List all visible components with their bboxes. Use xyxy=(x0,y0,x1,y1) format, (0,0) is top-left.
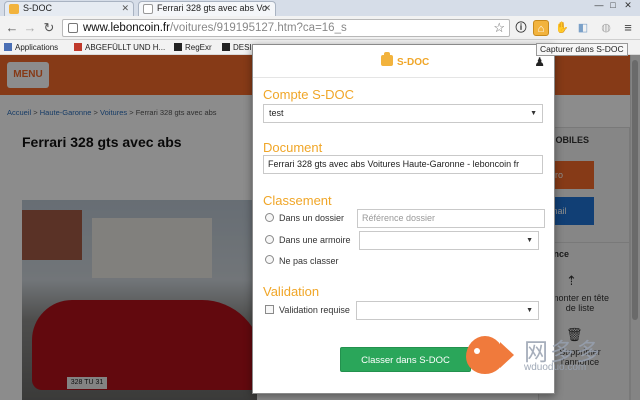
compte-heading: Compte S-DOC xyxy=(263,87,355,102)
tab-leboncoin[interactable]: Ferrari 328 gts avec abs Vo ✕ xyxy=(138,1,276,16)
page-favicon-icon xyxy=(143,4,153,14)
bookmark-star-icon[interactable]: ☆ xyxy=(493,20,505,36)
bookmark-label: DESI xyxy=(233,43,252,52)
a-icon xyxy=(222,43,230,51)
fish-logo-icon xyxy=(466,336,514,374)
bookmark-label: ABGEFÜLLT UND H... xyxy=(85,43,166,52)
extension-icon[interactable]: ◧ xyxy=(575,20,591,36)
url-path: /voitures/919195127.htm?ca=16_s xyxy=(169,22,347,34)
radio-label: Dans un dossier xyxy=(279,213,345,223)
radio-label: Ne pas classer xyxy=(279,256,339,266)
address-bar[interactable]: www.leboncoin.fr/voitures/919195127.htm?… xyxy=(62,19,510,37)
dossier-reference-field[interactable]: Référence dossier xyxy=(357,209,545,228)
compte-select[interactable]: test ▼ xyxy=(263,104,543,123)
bookmark-abgefuellt[interactable]: ABGEFÜLLT UND H... xyxy=(74,40,165,55)
extension-icon[interactable]: ✋ xyxy=(554,20,570,36)
sdoc-extension-icon[interactable]: ⌂ xyxy=(533,20,549,36)
apps-icon xyxy=(4,43,12,51)
bookmark-regexr[interactable]: RegExr xyxy=(174,40,212,55)
browser-toolbar: ← → ↻ www.leboncoin.fr/voitures/91919512… xyxy=(0,16,640,40)
close-tab-icon[interactable]: ✕ xyxy=(263,2,271,15)
validation-heading: Validation xyxy=(263,284,320,299)
forward-arrow-icon[interactable]: → xyxy=(23,20,37,36)
bookmark-label: RegExr xyxy=(185,43,212,52)
sdoc-logo-icon xyxy=(381,52,393,66)
chevron-down-icon: ▼ xyxy=(530,110,537,117)
sdoc-logo: S-DOC xyxy=(381,52,429,68)
extension-tooltip: Capturer dans S-DOC xyxy=(536,43,628,56)
validation-select[interactable]: ▼ xyxy=(356,301,539,320)
chevron-down-icon: ▼ xyxy=(526,307,533,314)
classement-heading: Classement xyxy=(263,193,332,208)
validation-label: Validation requise xyxy=(279,305,350,315)
tab-bar: S-DOC ✕ Ferrari 328 gts avec abs Vo ✕ — … xyxy=(0,0,640,16)
close-window-button[interactable]: ✕ xyxy=(622,0,634,10)
compte-value: test xyxy=(269,108,284,118)
url-host: www.leboncoin.fr xyxy=(83,22,170,34)
back-arrow-icon[interactable]: ← xyxy=(5,20,19,36)
validation-checkbox[interactable] xyxy=(265,305,274,314)
bookmark-label: Applications xyxy=(15,43,59,52)
sdoc-favicon-icon xyxy=(9,4,19,14)
reload-icon[interactable]: ↻ xyxy=(42,20,56,36)
bookmark-applications[interactable]: Applications xyxy=(4,40,58,55)
popup-header: S-DOC ♟ xyxy=(253,45,554,78)
extension-icon[interactable]: ◍ xyxy=(598,20,614,36)
document-name-field[interactable]: Ferrari 328 gts avec abs Voitures Haute-… xyxy=(263,155,543,174)
watermark-url: wduoduo.com xyxy=(524,362,587,373)
maximize-button[interactable]: □ xyxy=(607,0,619,10)
minimize-button[interactable]: — xyxy=(593,0,605,10)
regexr-icon xyxy=(174,43,182,51)
armoire-select[interactable]: ▼ xyxy=(359,231,539,250)
document-heading: Document xyxy=(263,140,323,155)
chrome-menu-icon[interactable]: ≡ xyxy=(620,20,636,36)
classer-button[interactable]: Classer dans S-DOC xyxy=(340,347,471,372)
radio-ne-pas-classer[interactable] xyxy=(265,255,274,264)
tab-sdoc[interactable]: S-DOC ✕ xyxy=(4,1,134,16)
watermark: 网多多 wduoduo.com xyxy=(466,332,600,382)
info-extension-icon[interactable]: ⓘ xyxy=(513,20,529,36)
user-icon[interactable]: ♟ xyxy=(534,55,545,69)
radio-label: Dans une armoire xyxy=(279,235,351,245)
radio-dans-une-armoire[interactable] xyxy=(265,235,274,244)
tab-title: S-DOC xyxy=(23,3,52,13)
chevron-down-icon: ▼ xyxy=(526,237,533,244)
xv-icon xyxy=(74,43,82,51)
radio-dans-un-dossier[interactable] xyxy=(265,213,274,222)
tab-title: Ferrari 328 gts avec abs Vo xyxy=(157,3,268,13)
close-tab-icon[interactable]: ✕ xyxy=(121,2,129,15)
page-info-icon[interactable] xyxy=(68,23,78,33)
bookmark-desi[interactable]: DESI xyxy=(222,40,252,55)
